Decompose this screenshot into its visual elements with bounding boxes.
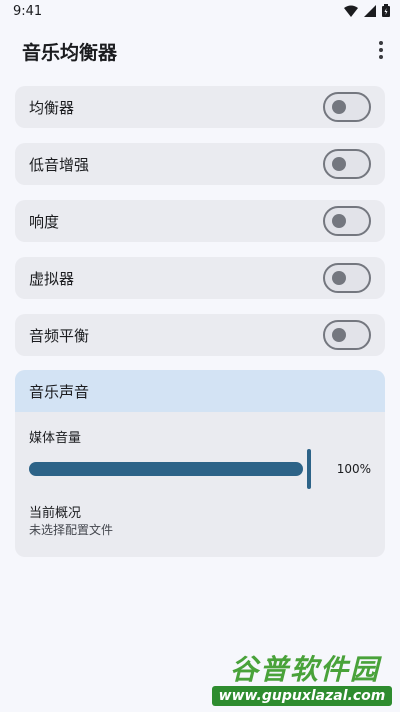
loudness-row[interactable]: 响度: [15, 200, 385, 242]
wifi-icon: [344, 5, 358, 17]
audio-balance-row[interactable]: 音频平衡: [15, 314, 385, 356]
app-title: 音乐均衡器: [22, 42, 118, 64]
switch-thumb: [332, 100, 346, 114]
bass-boost-row[interactable]: 低音增强: [15, 143, 385, 185]
watermark-url: www.gupuxlazal.com: [212, 686, 392, 706]
switch-thumb: [332, 271, 346, 285]
equalizer-label: 均衡器: [29, 99, 75, 117]
equalizer-switch[interactable]: [323, 92, 371, 122]
watermark-title: 谷普软件园: [230, 653, 381, 686]
watermark-logo: 谷普软件园 www.gupuxlazal.com: [212, 648, 392, 708]
switch-thumb: [332, 328, 346, 342]
music-sound-title: 音乐声音: [29, 383, 90, 401]
loudness-switch[interactable]: [323, 206, 371, 236]
media-volume-label: 媒体音量: [29, 431, 82, 446]
music-sound-card: 音乐声音 媒体音量 100% 当前概况 未选择配置文件: [15, 370, 385, 557]
bass-boost-switch[interactable]: [323, 149, 371, 179]
profile-label: 当前概况: [29, 506, 82, 521]
status-bar: 9:41: [0, 0, 400, 24]
slider-active-track: [29, 462, 303, 476]
battery-icon: [382, 4, 390, 17]
profile-value: 未选择配置文件: [29, 523, 114, 537]
switch-thumb: [332, 214, 346, 228]
virtualizer-row[interactable]: 虚拟器: [15, 257, 385, 299]
status-time: 9:41: [13, 4, 43, 19]
audio-balance-switch[interactable]: [323, 320, 371, 350]
equalizer-row[interactable]: 均衡器: [15, 86, 385, 128]
status-icons: [344, 4, 390, 17]
media-volume-slider[interactable]: [29, 449, 311, 489]
media-volume-value: 100%: [336, 462, 371, 476]
virtualizer-switch[interactable]: [323, 263, 371, 293]
virtualizer-label: 虚拟器: [29, 270, 75, 288]
switch-thumb: [332, 157, 346, 171]
slider-handle[interactable]: [307, 449, 311, 489]
cellular-signal-icon: [364, 4, 376, 17]
loudness-label: 响度: [29, 213, 60, 231]
music-sound-header: 音乐声音: [15, 370, 385, 412]
bass-boost-label: 低音增强: [29, 156, 90, 174]
app-bar: 音乐均衡器: [0, 28, 400, 72]
audio-balance-label: 音频平衡: [29, 327, 90, 345]
more-vert-icon[interactable]: [374, 38, 388, 62]
